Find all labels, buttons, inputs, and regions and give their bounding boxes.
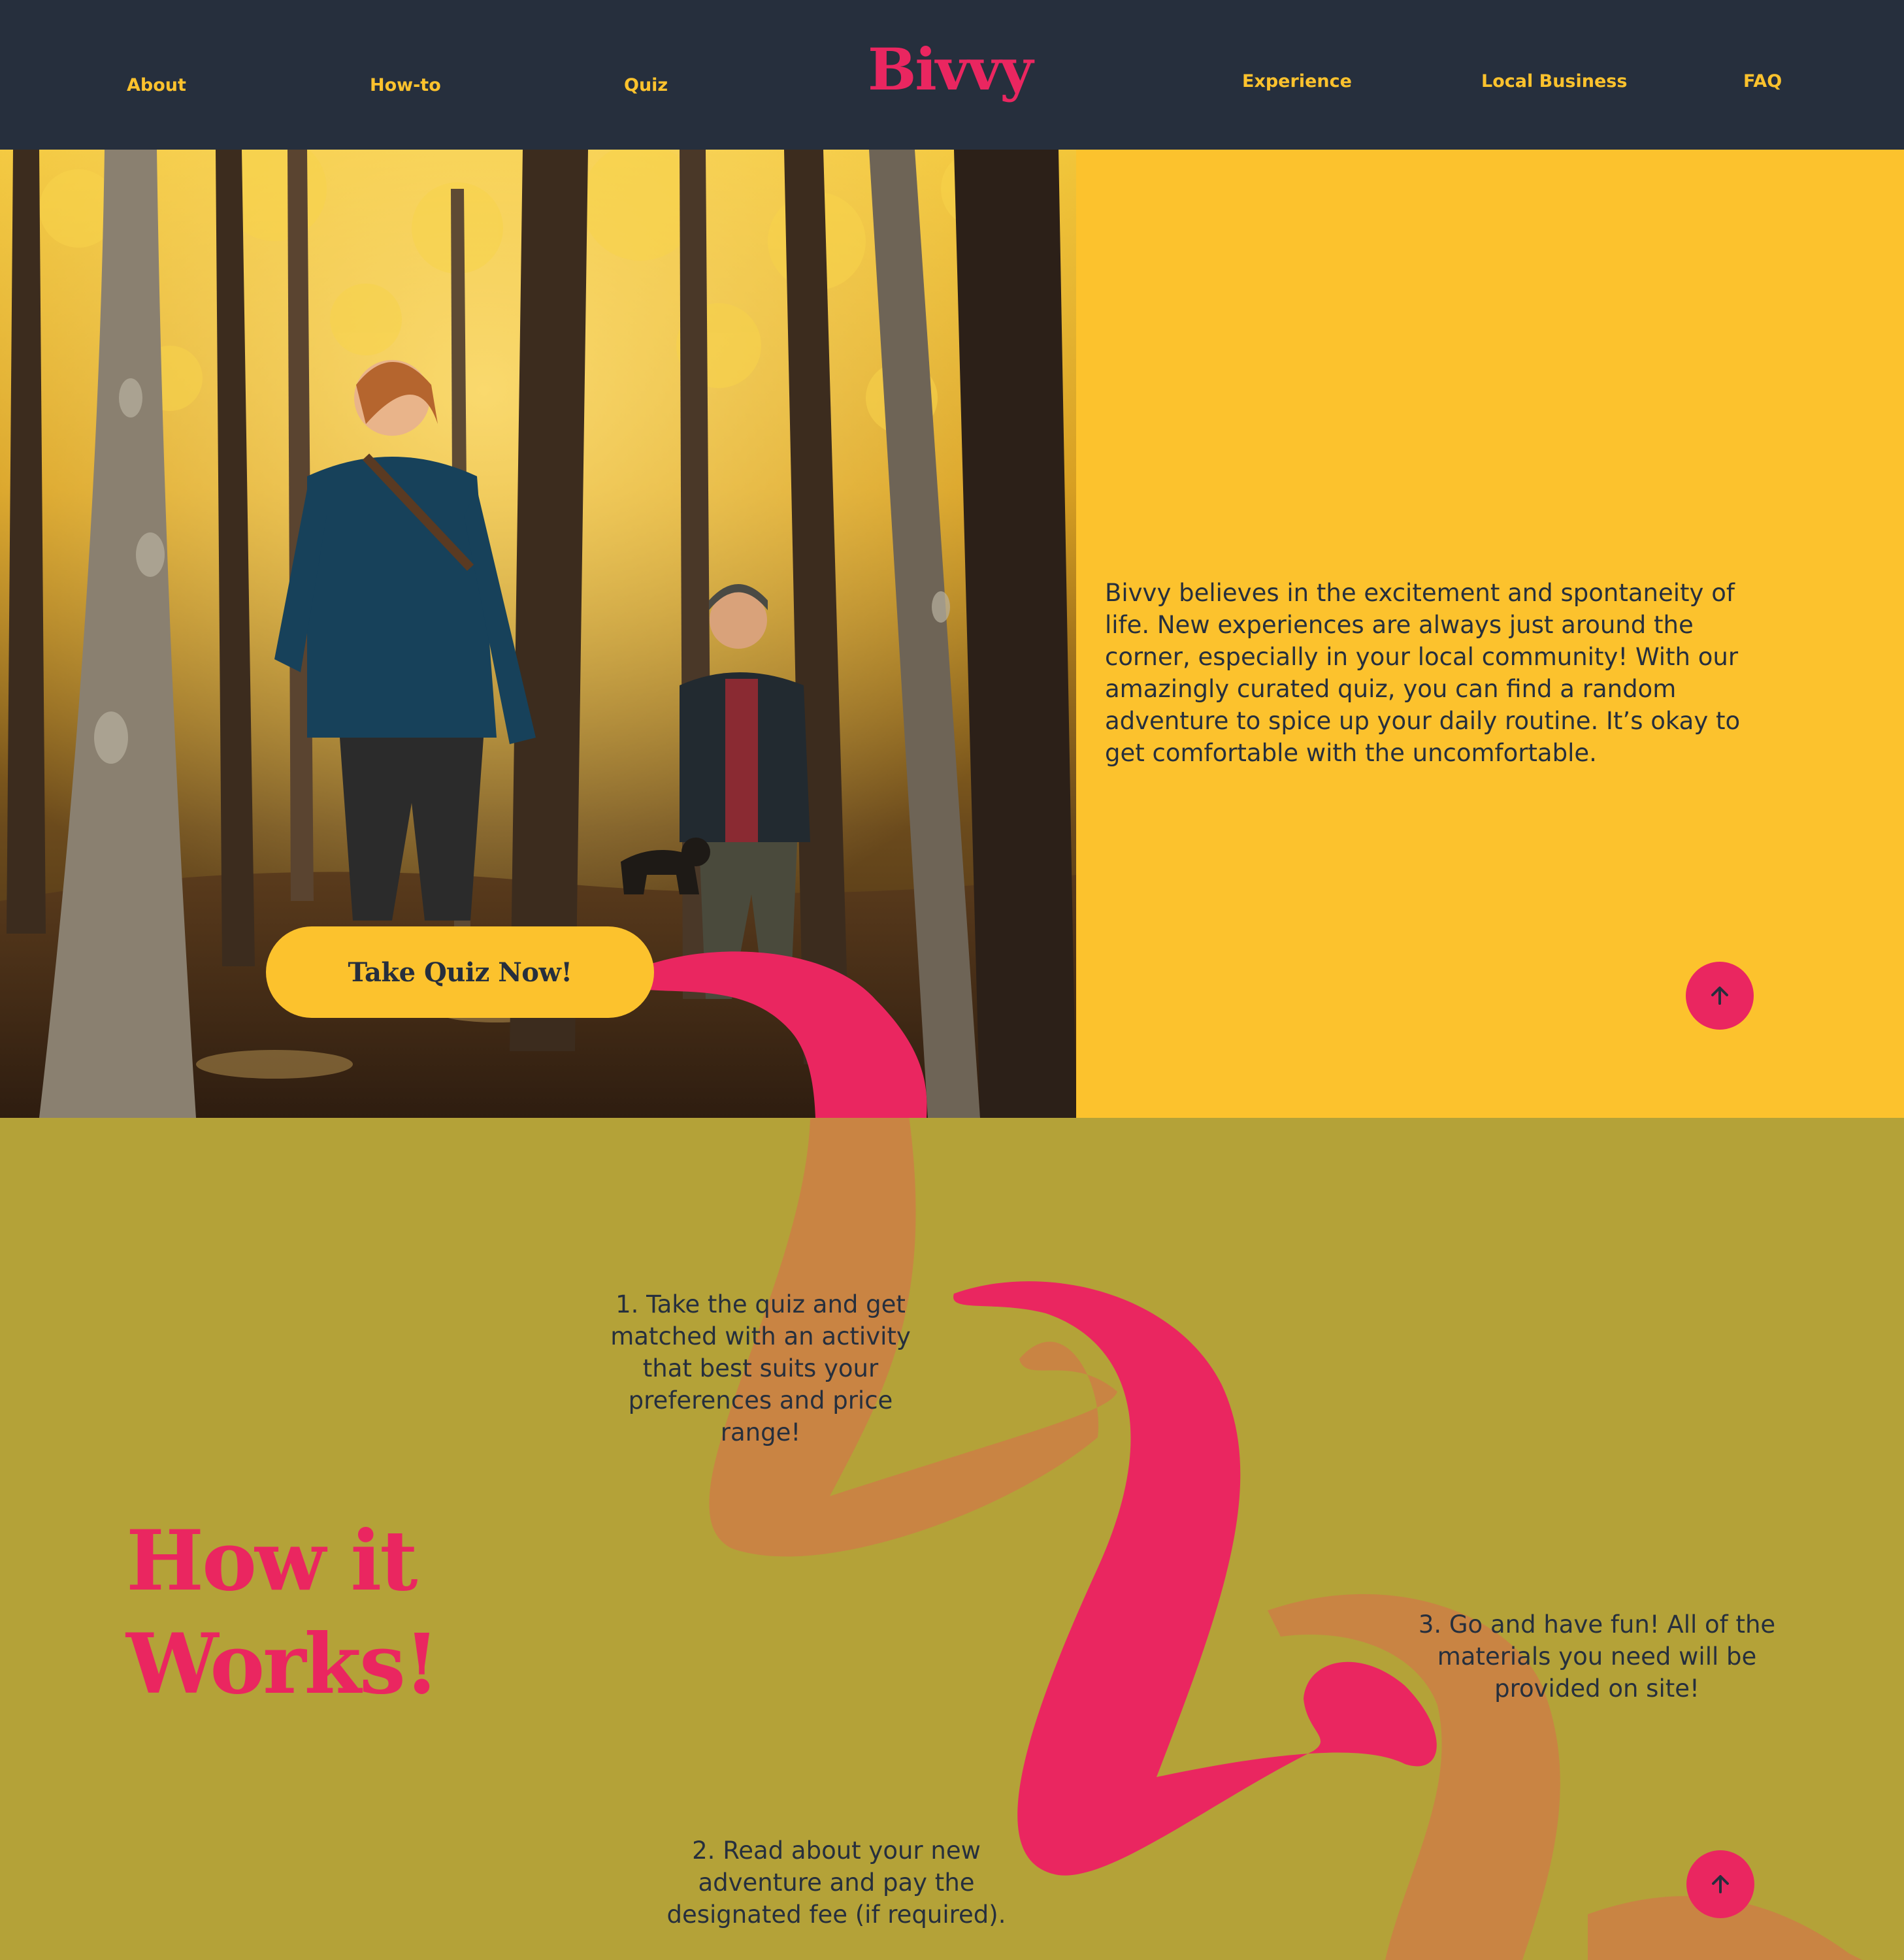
step-2-text: 2. Read about your new adventure and pay… (666, 1837, 1006, 1929)
page: About How-to Quiz Bivvy Experience Local… (0, 0, 1904, 1960)
nav-quiz-link[interactable]: Quiz (624, 76, 668, 94)
hero-description: Bivvy believes in the excitement and spo… (1105, 579, 1741, 767)
take-quiz-button[interactable]: Take Quiz Now! (266, 926, 654, 1018)
how-it-works-title-line2: Works! (126, 1616, 440, 1712)
nav-local-business-link[interactable]: Local Business (1481, 73, 1627, 90)
nav-faq-link[interactable]: FAQ (1743, 73, 1782, 90)
hero-description-panel: Bivvy believes in the excitement and spo… (1076, 150, 1904, 1118)
how-it-works-title: How it Works! (126, 1509, 440, 1716)
swoosh-pink-section (953, 1281, 1437, 1876)
site-header: About How-to Quiz Bivvy Experience Local… (0, 0, 1904, 150)
nav-how-to-link[interactable]: How-to (370, 76, 441, 94)
scroll-top-button-section[interactable] (1686, 1850, 1754, 1918)
step-1-text: 1. Take the quiz and get matched with an… (610, 1290, 911, 1446)
step-3-text: 3. Go and have fun! All of the materials… (1418, 1610, 1776, 1703)
nav-about-link[interactable]: About (127, 76, 186, 94)
scroll-top-button[interactable] (1686, 962, 1754, 1030)
nav-experience-link[interactable]: Experience (1242, 73, 1352, 90)
arrow-up-icon (1712, 1875, 1729, 1893)
how-it-works-title-line1: How it (126, 1512, 418, 1609)
arrow-up-icon (1711, 987, 1728, 1005)
bivvy-logo[interactable]: Bivvy (868, 41, 1033, 98)
